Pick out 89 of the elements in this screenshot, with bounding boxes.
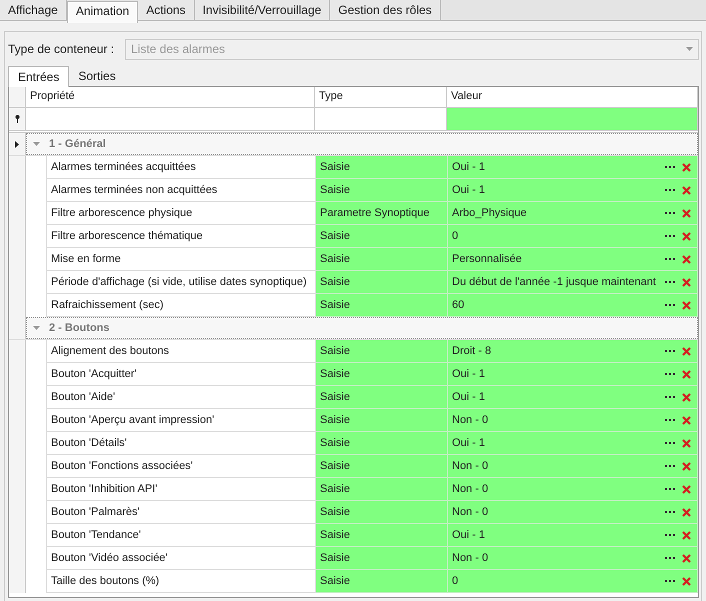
property-cell: Bouton 'Palmarès'	[47, 501, 316, 524]
delete-icon[interactable]	[682, 530, 691, 540]
type-cell: Saisie	[316, 179, 448, 202]
type-cell: Saisie	[316, 455, 448, 478]
value-cell-text: Droit - 8	[452, 345, 492, 357]
delete-icon[interactable]	[682, 254, 691, 264]
delete-icon[interactable]	[682, 484, 691, 494]
property-cell: Bouton 'Tendance'	[47, 524, 316, 547]
tab[interactable]: Entrées	[8, 66, 70, 87]
row-header[interactable]	[9, 108, 26, 130]
value-cell-text: Oui - 1	[452, 391, 486, 403]
delete-icon[interactable]	[682, 416, 691, 424]
delete-icon[interactable]	[682, 300, 691, 310]
value-cell-text: Oui - 1	[452, 529, 486, 541]
value-cell-text: 0	[452, 230, 460, 242]
type-cell: Saisie	[316, 478, 448, 501]
delete-icon[interactable]	[682, 462, 691, 470]
property-cell: Alignement des boutons	[47, 340, 316, 363]
group-title: 1 - Général	[49, 138, 106, 150]
property-cell: Bouton 'Fonctions associées'	[47, 455, 316, 478]
type-cell: Saisie	[316, 524, 448, 547]
expand-caret-icon[interactable]	[33, 142, 40, 146]
row-header[interactable]	[9, 133, 26, 155]
tab[interactable]: Gestion des rôles	[330, 0, 441, 20]
value-cell-text: Non - 0	[452, 460, 490, 472]
value-cell-text: Non - 0	[452, 483, 490, 495]
property-cell: Filtre arborescence physique	[47, 202, 316, 225]
delete-icon[interactable]	[682, 208, 691, 218]
type-cell: Saisie	[316, 432, 448, 455]
property-cell: Taille des boutons (%)	[47, 570, 316, 593]
current-row-icon	[15, 140, 19, 148]
tab[interactable]: Animation	[66, 1, 138, 23]
value-cell-text: Oui - 1	[452, 437, 486, 449]
value-cell-text: Oui - 1	[452, 184, 486, 196]
delete-icon[interactable]	[682, 186, 691, 194]
delete-icon[interactable]	[682, 554, 691, 562]
type-cell: Saisie	[316, 570, 448, 593]
property-cell: Bouton 'Aperçu avant impression'	[47, 409, 316, 432]
value-cell-text: Personnalisée	[452, 253, 523, 265]
property-cell: Bouton 'Inhibition API'	[47, 478, 316, 501]
dropdown-caret-icon	[686, 47, 693, 51]
delete-icon[interactable]	[682, 370, 691, 378]
value-cell-text: Non - 0	[452, 414, 490, 426]
tab[interactable]: Actions	[138, 0, 195, 20]
delete-icon[interactable]	[682, 346, 691, 356]
type-cell: Saisie	[316, 386, 448, 409]
delete-icon[interactable]	[682, 162, 691, 172]
property-cell: Alarmes terminées non acquittées	[47, 179, 316, 202]
delete-icon[interactable]	[682, 508, 691, 516]
delete-icon[interactable]	[682, 576, 691, 586]
property-cell: Période d'affichage (si vide, utilise dates synoptique)	[47, 271, 316, 294]
type-cell: Saisie	[316, 294, 448, 317]
group-title: 2 - Boutons	[49, 322, 110, 334]
property-cell: Mise en forme	[47, 248, 316, 271]
type-cell: Saisie	[316, 248, 448, 271]
type-cell: Saisie	[316, 271, 448, 294]
property-cell: Bouton 'Détails'	[47, 432, 316, 455]
value-cell-text: 0	[452, 575, 460, 587]
delete-icon[interactable]	[682, 438, 691, 448]
delete-icon[interactable]	[682, 232, 691, 240]
type-cell: Saisie	[316, 225, 448, 248]
tab[interactable]: Invisibilité/Verrouillage	[194, 0, 330, 20]
property-cell: Alarmes terminées acquittées	[47, 156, 316, 179]
property-cell: Bouton 'Acquitter'	[47, 363, 316, 386]
value-cell-text: Oui - 1	[452, 368, 486, 380]
type-cell: Parametre Synoptique	[316, 202, 448, 225]
type-cell: Saisie	[316, 156, 448, 179]
value-cell-text: Du début de l'année -1 jusque maintenant	[452, 276, 657, 288]
filter-pin-icon	[14, 115, 20, 123]
value-cell-text: Non - 0	[452, 506, 490, 518]
filter-cell[interactable]	[447, 108, 698, 130]
value-cell-text: 60	[452, 299, 466, 311]
type-cell: Saisie	[316, 340, 448, 363]
type-cell: Saisie	[316, 363, 448, 386]
delete-icon[interactable]	[682, 392, 691, 402]
tab[interactable]: Affichage	[0, 0, 67, 20]
delete-icon[interactable]	[682, 278, 691, 286]
expand-caret-icon[interactable]	[33, 326, 40, 330]
value-cell-text: Oui - 1	[452, 161, 486, 173]
value-cell-text: Arbo_Physique	[452, 207, 528, 219]
type-cell: Saisie	[316, 501, 448, 524]
property-cell: Filtre arborescence thématique	[47, 225, 316, 248]
container-type-label: Type de conteneur :	[8, 42, 116, 56]
type-cell: Saisie	[316, 409, 448, 432]
tab[interactable]: Sorties	[69, 66, 125, 86]
value-cell-text: Non - 0	[452, 552, 490, 564]
property-cell: Bouton 'Aide'	[47, 386, 316, 409]
property-cell: Bouton 'Vidéo associée'	[47, 547, 316, 570]
type-cell: Saisie	[316, 547, 448, 570]
